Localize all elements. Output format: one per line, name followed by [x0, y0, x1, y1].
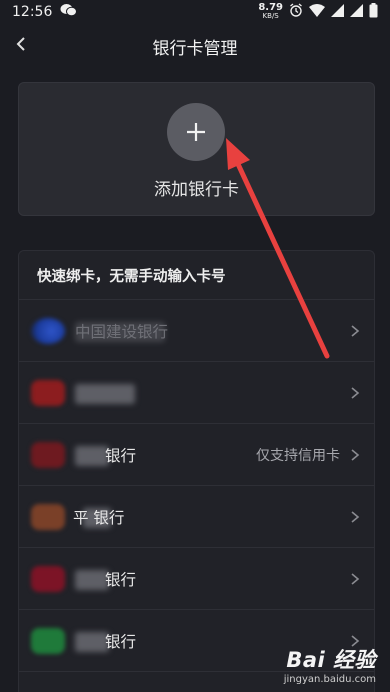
signal-icon: [331, 3, 344, 21]
watermark-url: jingyan.baidu.com: [283, 674, 376, 685]
bank-logo-icon: [31, 442, 65, 468]
watermark-logo: Bai 经验: [286, 648, 376, 672]
bank-name-blur: [75, 570, 109, 590]
add-circle[interactable]: [167, 103, 225, 161]
add-bank-card-button[interactable]: 添加银行卡: [18, 82, 375, 216]
plus-icon: [187, 123, 205, 141]
battery-icon: [369, 2, 378, 22]
bank-row[interactable]: 银行 仅支持信用卡: [19, 424, 374, 486]
bank-logo-icon: [31, 628, 65, 654]
chevron-right-icon: [351, 511, 360, 523]
chevron-right-icon: [351, 387, 360, 399]
page-title: 银行卡管理: [152, 38, 238, 59]
signal-2-icon: [350, 3, 363, 21]
bank-name-blur: [75, 632, 109, 652]
bank-logo-icon: [31, 566, 65, 592]
chevron-right-icon: [351, 449, 360, 461]
status-bar: 12:56 8.79 KB/S: [0, 0, 390, 24]
status-left: 12:56: [12, 3, 78, 21]
alarm-icon: [289, 3, 303, 21]
wifi-icon: [309, 3, 325, 21]
bank-logo-icon: [31, 318, 65, 344]
chevron-left-icon: [16, 37, 25, 51]
bank-name-blur: [75, 384, 135, 404]
chevron-right-icon: [351, 573, 360, 585]
bank-name: 银行: [105, 447, 137, 465]
bank-row[interactable]: 中国建设银行: [19, 300, 374, 362]
credit-only-note: 仅支持信用卡: [256, 448, 340, 464]
nav-bar: 银行卡管理: [0, 26, 390, 66]
bank-name: 银行: [105, 571, 137, 589]
bank-row[interactable]: 平 银行: [19, 486, 374, 548]
baidu-jingyan-watermark: Bai 经验 jingyan.baidu.com: [284, 644, 376, 685]
bank-name: 平 银行: [73, 509, 125, 527]
network-speed: 8.79 KB/S: [258, 3, 283, 21]
chevron-right-icon: [351, 325, 360, 337]
quick-bind-panel: 快速绑卡，无需手动输入卡号 中国建设银行 银行 仅支持信用卡 平 银行 银行 银…: [18, 250, 375, 692]
add-bank-card-label: 添加银行卡: [154, 180, 239, 200]
bank-logo-icon: [31, 504, 65, 530]
bank-row[interactable]: [19, 362, 374, 424]
network-speed-unit: KB/S: [262, 12, 279, 20]
quick-bind-title: 快速绑卡，无需手动输入卡号: [37, 269, 226, 285]
network-speed-value: 8.79: [258, 2, 283, 13]
status-time: 12:56: [12, 4, 53, 20]
bank-name: 银行: [105, 633, 137, 651]
back-button[interactable]: [10, 32, 34, 56]
bank-name-blur: [75, 446, 109, 466]
bank-row[interactable]: 银行: [19, 548, 374, 610]
status-right: 8.79 KB/S: [258, 2, 378, 22]
bank-name: 中国建设银行: [75, 323, 169, 341]
bank-logo-icon: [31, 380, 65, 406]
wechat-icon: [60, 3, 78, 21]
